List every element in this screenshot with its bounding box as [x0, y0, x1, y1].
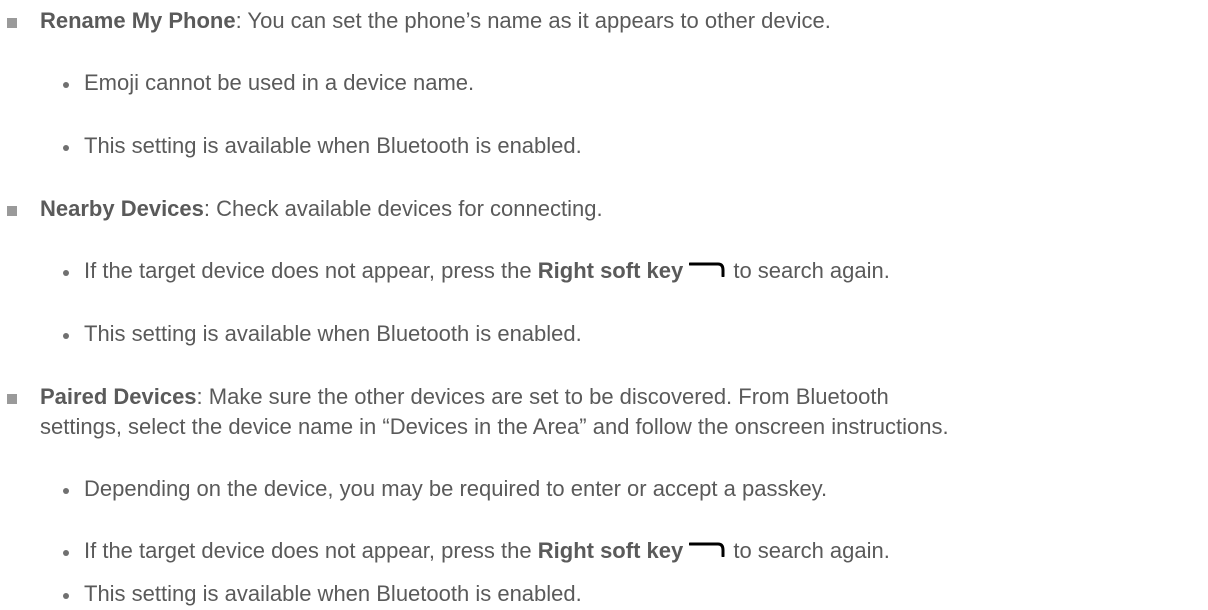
- sub-text-pre: If the target device does not appear, pr…: [84, 258, 538, 283]
- sub-list-item-text: This setting is available when Bluetooth…: [84, 133, 582, 158]
- square-bullet-icon: [7, 394, 17, 404]
- round-bullet-icon: [63, 550, 69, 556]
- round-bullet-icon: [63, 333, 69, 339]
- sub-text-post: to search again.: [727, 258, 890, 283]
- term-description: : Check available devices for connecting…: [203, 196, 603, 221]
- round-bullet-icon: [63, 145, 69, 151]
- sub-list-item-text: This setting is available when Bluetooth…: [84, 581, 582, 606]
- list-item-text-line-2: settings, select the device name in “Dev…: [40, 414, 949, 439]
- list-item-text: Nearby Devices: Check available devices …: [40, 196, 603, 222]
- list-item-text: Rename My Phone: You can set the phone’s…: [40, 8, 831, 34]
- round-bullet-icon: [63, 82, 69, 88]
- key-name: Right soft key: [537, 258, 684, 283]
- term-description: : You can set the phone’s name as it app…: [235, 8, 831, 33]
- sub-list-item-text: If the target device does not appear, pr…: [84, 538, 890, 564]
- right-soft-key-icon: [689, 262, 725, 278]
- square-bullet-icon: [7, 206, 17, 216]
- round-bullet-icon: [63, 593, 69, 599]
- sub-text-pre: If the target device does not appear, pr…: [84, 538, 538, 563]
- term-label: Nearby Devices: [40, 196, 204, 221]
- sub-list-item-text: Depending on the device, you may be requ…: [84, 476, 828, 501]
- round-bullet-icon: [63, 488, 69, 494]
- square-bullet-icon: [7, 18, 17, 28]
- term-description: : Make sure the other devices are set to…: [196, 384, 889, 409]
- key-name: Right soft key: [537, 538, 684, 563]
- list-item-text: Paired Devices: Make sure the other devi…: [40, 384, 889, 410]
- right-soft-key-icon: [689, 542, 725, 558]
- sub-list-item-text: Emoji cannot be used in a device name.: [84, 70, 475, 95]
- term-label: Paired Devices: [40, 384, 197, 409]
- sub-text-post: to search again.: [727, 538, 890, 563]
- sub-list-item-text: This setting is available when Bluetooth…: [84, 321, 582, 346]
- sub-list-item-text: If the target device does not appear, pr…: [84, 258, 890, 284]
- round-bullet-icon: [63, 270, 69, 276]
- term-label: Rename My Phone: [40, 8, 236, 33]
